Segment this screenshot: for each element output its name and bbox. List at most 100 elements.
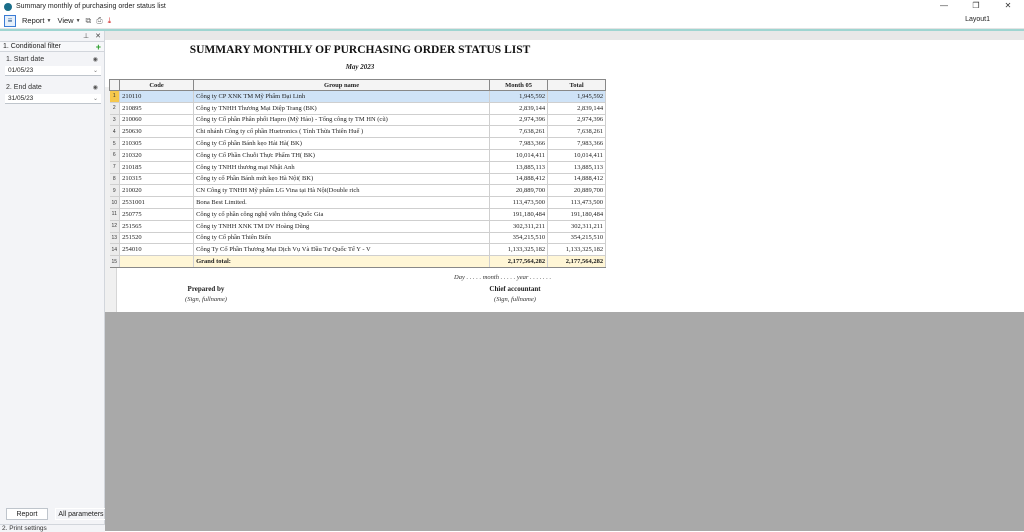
cell-total[interactable]: 113,473,500 xyxy=(547,196,607,209)
column-header-group-name[interactable]: Group name xyxy=(193,79,491,91)
cell-month[interactable]: 354,215,510 xyxy=(489,232,549,245)
cell-group-name[interactable]: Công Ty Cổ Phần Thương Mại Dịch Vụ Và Đầ… xyxy=(193,243,491,257)
cell-group-name[interactable]: Công ty Cổ Phần Chuỗi Thực Phẩm TH( BK) xyxy=(193,149,491,162)
cell-code[interactable]: 210060 xyxy=(119,114,195,127)
cell-code[interactable]: 210185 xyxy=(119,161,195,174)
cell-total[interactable]: 13,885,113 xyxy=(547,161,607,174)
row-number[interactable]: 7 xyxy=(109,161,121,174)
pin-icon[interactable]: ⊥ xyxy=(83,32,89,40)
cell-month[interactable]: 1,133,325,182 xyxy=(489,243,549,257)
table-row[interactable]: 9 210020 CN Công ty TNHH Mỹ phẩm LG Vina t… xyxy=(109,184,607,198)
eye-icon[interactable]: ◉ xyxy=(93,56,98,64)
table-row[interactable]: 1 210110 Công ty CP XNK TM Mỹ Phẩm Đại Lin… xyxy=(109,90,607,103)
table-row[interactable]: 8 210315 Công ty cổ Phần Bánh mứt kẹo Hà N… xyxy=(109,173,607,186)
table-row[interactable]: 12 251565 Công ty TNHH XNK TM DV Hoàng Dũn… xyxy=(109,220,607,233)
cell-total[interactable]: 1,133,325,182 xyxy=(547,243,607,257)
cell-group-name[interactable]: Bona Best Limited. xyxy=(193,196,491,209)
row-number[interactable]: 3 xyxy=(109,114,121,127)
table-row[interactable]: 2 210895 Công ty TNHH Thương Mại Diệp Tran… xyxy=(109,102,607,115)
chevron-down-icon[interactable]: ⌄ xyxy=(93,95,98,102)
end-date-field[interactable]: 31/05/23 ⌄ xyxy=(5,94,101,104)
minimize-button[interactable]: — xyxy=(928,0,960,13)
row-number[interactable]: 8 xyxy=(109,173,121,186)
cell-code[interactable]: 210895 xyxy=(119,102,195,115)
row-number[interactable]: 12 xyxy=(109,220,121,233)
cell-month[interactable]: 13,885,113 xyxy=(489,161,549,174)
cell-group-name[interactable]: Công ty CP XNK TM Mỹ Phẩm Đại Linh xyxy=(193,90,491,103)
cell-month[interactable]: 1,945,592 xyxy=(489,90,549,103)
grand-total-label[interactable]: Grand total: xyxy=(193,255,491,268)
row-number[interactable]: 14 xyxy=(109,243,121,257)
cell-total[interactable]: 7,638,261 xyxy=(547,125,607,139)
table-row[interactable]: 6 210320 Công ty Cổ Phần Chuỗi Thực Phẩm T… xyxy=(109,149,607,162)
cell-code[interactable]: 210020 xyxy=(119,184,195,198)
menu-icon[interactable]: ≡ xyxy=(4,14,16,27)
grand-total-total[interactable]: 2,177,564,282 xyxy=(547,255,607,268)
cell-total[interactable]: 354,215,510 xyxy=(547,232,607,245)
add-icon[interactable]: + xyxy=(96,42,101,52)
row-number[interactable]: 11 xyxy=(109,208,121,221)
cell-code[interactable]: 250630 xyxy=(119,125,195,139)
table-row[interactable]: 5 210305 Công ty Cổ phần Bánh kẹo Hải Hà( … xyxy=(109,137,607,150)
conditional-filter-section[interactable]: 1. Conditional filter + xyxy=(0,41,104,52)
cell-code[interactable]: 210110 xyxy=(119,90,195,103)
table-row[interactable]: 10 2531001 Bona Best Limited. 113,473,500 11… xyxy=(109,196,607,209)
cell-code[interactable] xyxy=(119,255,195,268)
cell-total[interactable]: 14,888,412 xyxy=(547,173,607,186)
cell-code[interactable]: 210315 xyxy=(119,173,195,186)
table-row[interactable]: 13 251520 Công ty Cổ phần Thiên Biển 354,21… xyxy=(109,232,607,245)
cell-total[interactable]: 1,945,592 xyxy=(547,90,607,103)
cell-total[interactable]: 2,974,396 xyxy=(547,114,607,127)
cell-group-name[interactable]: Công ty Cổ phần Bánh kẹo Hải Hà( BK) xyxy=(193,137,491,150)
column-header-total[interactable]: Total xyxy=(547,79,607,91)
cell-month[interactable]: 2,974,396 xyxy=(489,114,549,127)
cell-total[interactable]: 7,983,366 xyxy=(547,137,607,150)
row-number[interactable]: 4 xyxy=(109,125,121,139)
cell-month[interactable]: 7,983,366 xyxy=(489,137,549,150)
cell-month[interactable]: 2,839,144 xyxy=(489,102,549,115)
table-row[interactable]: 3 210060 Công ty Cổ phần Phân phối Hapro (… xyxy=(109,114,607,127)
cell-month[interactable]: 191,180,484 xyxy=(489,208,549,221)
cell-group-name[interactable]: Công ty TNHH XNK TM DV Hoàng Dũng xyxy=(193,220,491,233)
all-parameters-button[interactable]: All parameters xyxy=(55,508,107,520)
cell-month[interactable]: 113,473,500 xyxy=(489,196,549,209)
cell-group-name[interactable]: Công ty cổ Phần Bánh mứt kẹo Hà Nội( BK) xyxy=(193,173,491,186)
table-row[interactable]: 11 250775 Công ty cổ phần công nghệ viễn t… xyxy=(109,208,607,221)
cell-month[interactable]: 10,014,411 xyxy=(489,149,549,162)
eye-icon[interactable]: ◉ xyxy=(93,84,98,92)
row-number[interactable]: 6 xyxy=(109,149,121,162)
cell-total[interactable]: 191,180,484 xyxy=(547,208,607,221)
cell-code[interactable]: 254010 xyxy=(119,243,195,257)
cell-total[interactable]: 302,311,211 xyxy=(547,220,607,233)
cell-month[interactable]: 20,889,700 xyxy=(489,184,549,198)
copy-icon[interactable]: ⧉ xyxy=(86,16,92,26)
cell-group-name[interactable]: Công ty Cổ phần Thiên Biển xyxy=(193,232,491,245)
print-icon[interactable]: ⎙ xyxy=(96,16,102,26)
row-number[interactable]: 1 xyxy=(109,90,121,103)
cell-month[interactable]: 14,888,412 xyxy=(489,173,549,186)
cell-total[interactable]: 2,839,144 xyxy=(547,102,607,115)
cell-group-name[interactable]: Công ty TNHH Thương Mại Diệp Trang (BK) xyxy=(193,102,491,115)
cell-code[interactable]: 251520 xyxy=(119,232,195,245)
maximize-button[interactable]: ❐ xyxy=(960,0,992,13)
cell-code[interactable]: 251565 xyxy=(119,220,195,233)
cell-total[interactable]: 20,889,700 xyxy=(547,184,607,198)
row-number[interactable]: 15 xyxy=(109,255,121,268)
cell-month[interactable]: 7,638,261 xyxy=(489,125,549,139)
cell-month[interactable]: 302,311,211 xyxy=(489,220,549,233)
cell-code[interactable]: 250775 xyxy=(119,208,195,221)
table-row[interactable]: 4 250630 Chi nhánh Công ty cổ phần Huetron… xyxy=(109,125,607,139)
column-header-month[interactable]: Month 05 xyxy=(489,79,549,91)
cell-code[interactable]: 210320 xyxy=(119,149,195,162)
cell-group-name[interactable]: Công ty cổ phần công nghệ viễn thông Quố… xyxy=(193,208,491,221)
cell-code[interactable]: 2531001 xyxy=(119,196,195,209)
report-button[interactable]: Report xyxy=(6,508,48,520)
layout-selector[interactable]: Layout1 xyxy=(965,16,990,23)
start-date-field[interactable]: 01/05/23 ⌄ xyxy=(5,66,101,76)
column-header-code[interactable]: Code xyxy=(119,79,195,91)
row-number[interactable]: 9 xyxy=(109,184,121,198)
table-row[interactable]: 14 254010 Công Ty Cổ Phần Thương Mại Dịch … xyxy=(109,243,607,257)
cell-group-name[interactable]: Công ty TNHH thương mại Nhật Anh xyxy=(193,161,491,174)
view-menu[interactable]: View ▼ xyxy=(57,16,80,25)
row-number[interactable]: 5 xyxy=(109,137,121,150)
